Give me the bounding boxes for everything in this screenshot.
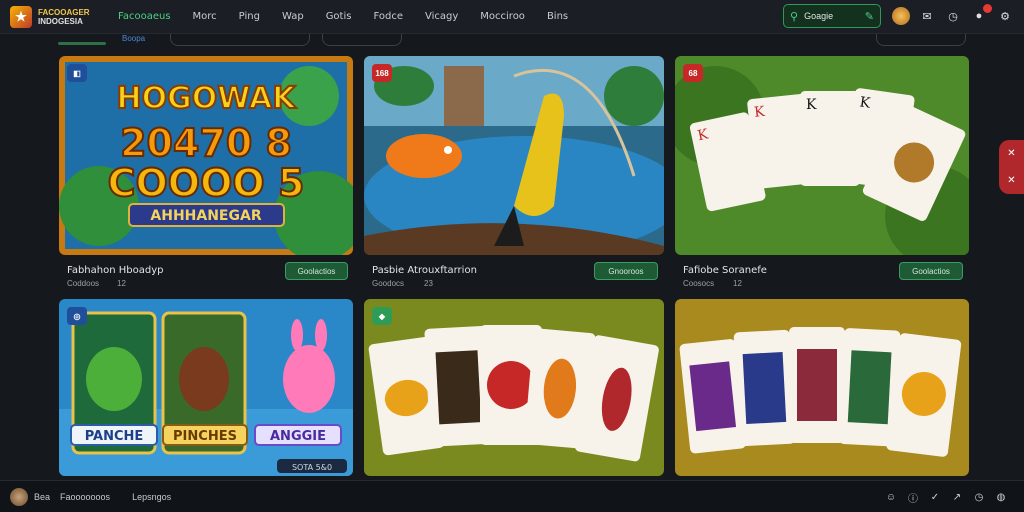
footer-link-1[interactable]: Faooooooos <box>60 492 110 502</box>
nav-item-6[interactable]: Fodce <box>373 11 403 22</box>
notification-icon[interactable]: ● <box>970 4 992 25</box>
search-input[interactable]: Goagie <box>804 11 865 21</box>
card-3-badge: 68 <box>683 64 703 82</box>
edit-icon[interactable]: ✎ <box>865 10 874 23</box>
card-2-count: 23 <box>424 279 433 288</box>
card-badge-icon: ◧ <box>67 64 87 82</box>
settings-icon[interactable]: ⚙ <box>996 7 1014 25</box>
check-icon[interactable]: ✓ <box>928 490 942 504</box>
card-2-play-button[interactable]: Gnooroos <box>594 262 658 280</box>
subnav-label[interactable]: Boopa <box>122 34 145 43</box>
main-nav: Facooaeus Morc Ping Wap Gotis Fodce Vica… <box>118 11 590 22</box>
nav-item-7[interactable]: Vicagy <box>425 11 458 22</box>
game-art-5 <box>364 299 664 476</box>
game-card-1[interactable]: HOGOWAK 20470 8 COOOO 5 AHHHANEGAR ◧ <box>59 56 353 255</box>
footer-label: Bea <box>34 491 51 502</box>
side-quick-tab[interactable]: ✕ ✕ <box>999 140 1024 194</box>
nav-item-8[interactable]: Mocciroo <box>480 11 525 22</box>
clock-footer-icon[interactable]: ◷ <box>972 490 986 504</box>
logo-line1: FACOOAGER <box>38 7 90 17</box>
card-5-badge-icon: ◆ <box>372 307 392 325</box>
game-card-6[interactable] <box>675 299 969 476</box>
nav-item-3[interactable]: Ping <box>239 11 260 22</box>
card-4-footer: SOTA 5&0 <box>292 463 332 472</box>
game-card-5[interactable]: ◆ <box>364 299 664 476</box>
game-art-2 <box>364 56 664 255</box>
game-art-4: PANCHE PINCHES ANGGIE SOTA 5&0 <box>59 299 353 476</box>
card-1-play-button[interactable]: Goolactios <box>285 262 348 280</box>
logo-line2: INDOGESIA <box>38 16 83 26</box>
nav-item-9[interactable]: Bins <box>547 11 568 22</box>
top-bar: ★ FACOOAGER INDOGESIA Facooaeus Morc Pin… <box>0 0 1024 34</box>
character-1-label: PANCHE <box>85 429 144 444</box>
nav-item-4[interactable]: Wap <box>282 11 304 22</box>
filter-row: Boopa <box>0 34 1024 48</box>
game-art-3: K K K K <box>675 56 969 255</box>
card-3-count: 12 <box>733 279 742 288</box>
close-icon[interactable]: ✕ <box>1007 148 1015 159</box>
card-2-badge: 168 <box>372 64 392 82</box>
card-2-title[interactable]: Pasbie Atrouxftarrion <box>372 265 477 276</box>
game-art-6 <box>675 299 969 476</box>
info-icon[interactable]: ⓘ <box>906 490 920 505</box>
game-card-4[interactable]: PANCHE PINCHES ANGGIE SOTA 5&0 ◎ <box>59 299 353 476</box>
card-1-title[interactable]: Fabhahon Hboadyp <box>67 265 163 276</box>
nav-item-2[interactable]: Morc <box>193 11 217 22</box>
game-numbers: 20470 8 <box>120 121 292 165</box>
character-2-label: PINCHES <box>173 429 237 444</box>
active-tab-indicator <box>58 42 106 45</box>
svg-text:K: K <box>806 97 817 113</box>
user-avatar[interactable] <box>892 7 910 25</box>
footer-avatar[interactable] <box>10 487 28 506</box>
notification-badge <box>983 4 992 13</box>
search-icon: ⚲ <box>790 10 799 23</box>
clock-icon[interactable]: ◷ <box>944 7 962 25</box>
sort-pill[interactable] <box>322 34 402 46</box>
game-card-3[interactable]: K K K K 68 <box>675 56 969 255</box>
filter-pill[interactable] <box>170 34 310 46</box>
card-3-sub: Coosocs <box>683 279 715 288</box>
game-card-2[interactable]: 168 <box>364 56 664 255</box>
card-1-sub: Coddoos <box>67 279 100 288</box>
game-headline: HOGOWAK <box>117 81 298 116</box>
bottom-bar: Bea Faooooooos Lepsngos ☺ ⓘ ✓ ↗ ◷ ◍ <box>0 480 1024 512</box>
extra-pill[interactable] <box>876 34 966 46</box>
nav-item-home[interactable]: Facooaeus <box>118 11 171 22</box>
collapse-icon[interactable]: ✕ <box>1007 175 1015 186</box>
card-2-sub: Goodocs <box>372 279 405 288</box>
card-3-title[interactable]: Fafiobe Soranefe <box>683 265 767 276</box>
globe-icon[interactable]: ◍ <box>994 490 1008 504</box>
share-icon[interactable]: ↗ <box>950 490 964 504</box>
search-field[interactable]: ⚲ Goagie ✎ <box>783 4 881 28</box>
brand-logo[interactable]: ★ FACOOAGER INDOGESIA <box>10 5 110 28</box>
header-actions: ✉ ◷ ● ⚙ <box>892 4 1022 25</box>
card-1-count: 12 <box>117 279 126 288</box>
logo-icon: ★ <box>10 5 32 28</box>
game-numbers-2: COOOO 5 <box>108 161 305 205</box>
nav-item-5[interactable]: Gotis <box>326 11 352 22</box>
card-3-play-button[interactable]: Goolactios <box>899 262 963 280</box>
card-4-badge-icon: ◎ <box>67 307 87 325</box>
emoji-icon[interactable]: ☺ <box>884 490 898 504</box>
game-banner: AHHHANEGAR <box>150 208 261 224</box>
character-3-label: ANGGIE <box>270 429 326 444</box>
mail-icon[interactable]: ✉ <box>918 7 936 25</box>
footer-link-2[interactable]: Lepsngos <box>132 492 171 502</box>
game-art-1: HOGOWAK 20470 8 COOOO 5 AHHHANEGAR <box>59 56 353 255</box>
